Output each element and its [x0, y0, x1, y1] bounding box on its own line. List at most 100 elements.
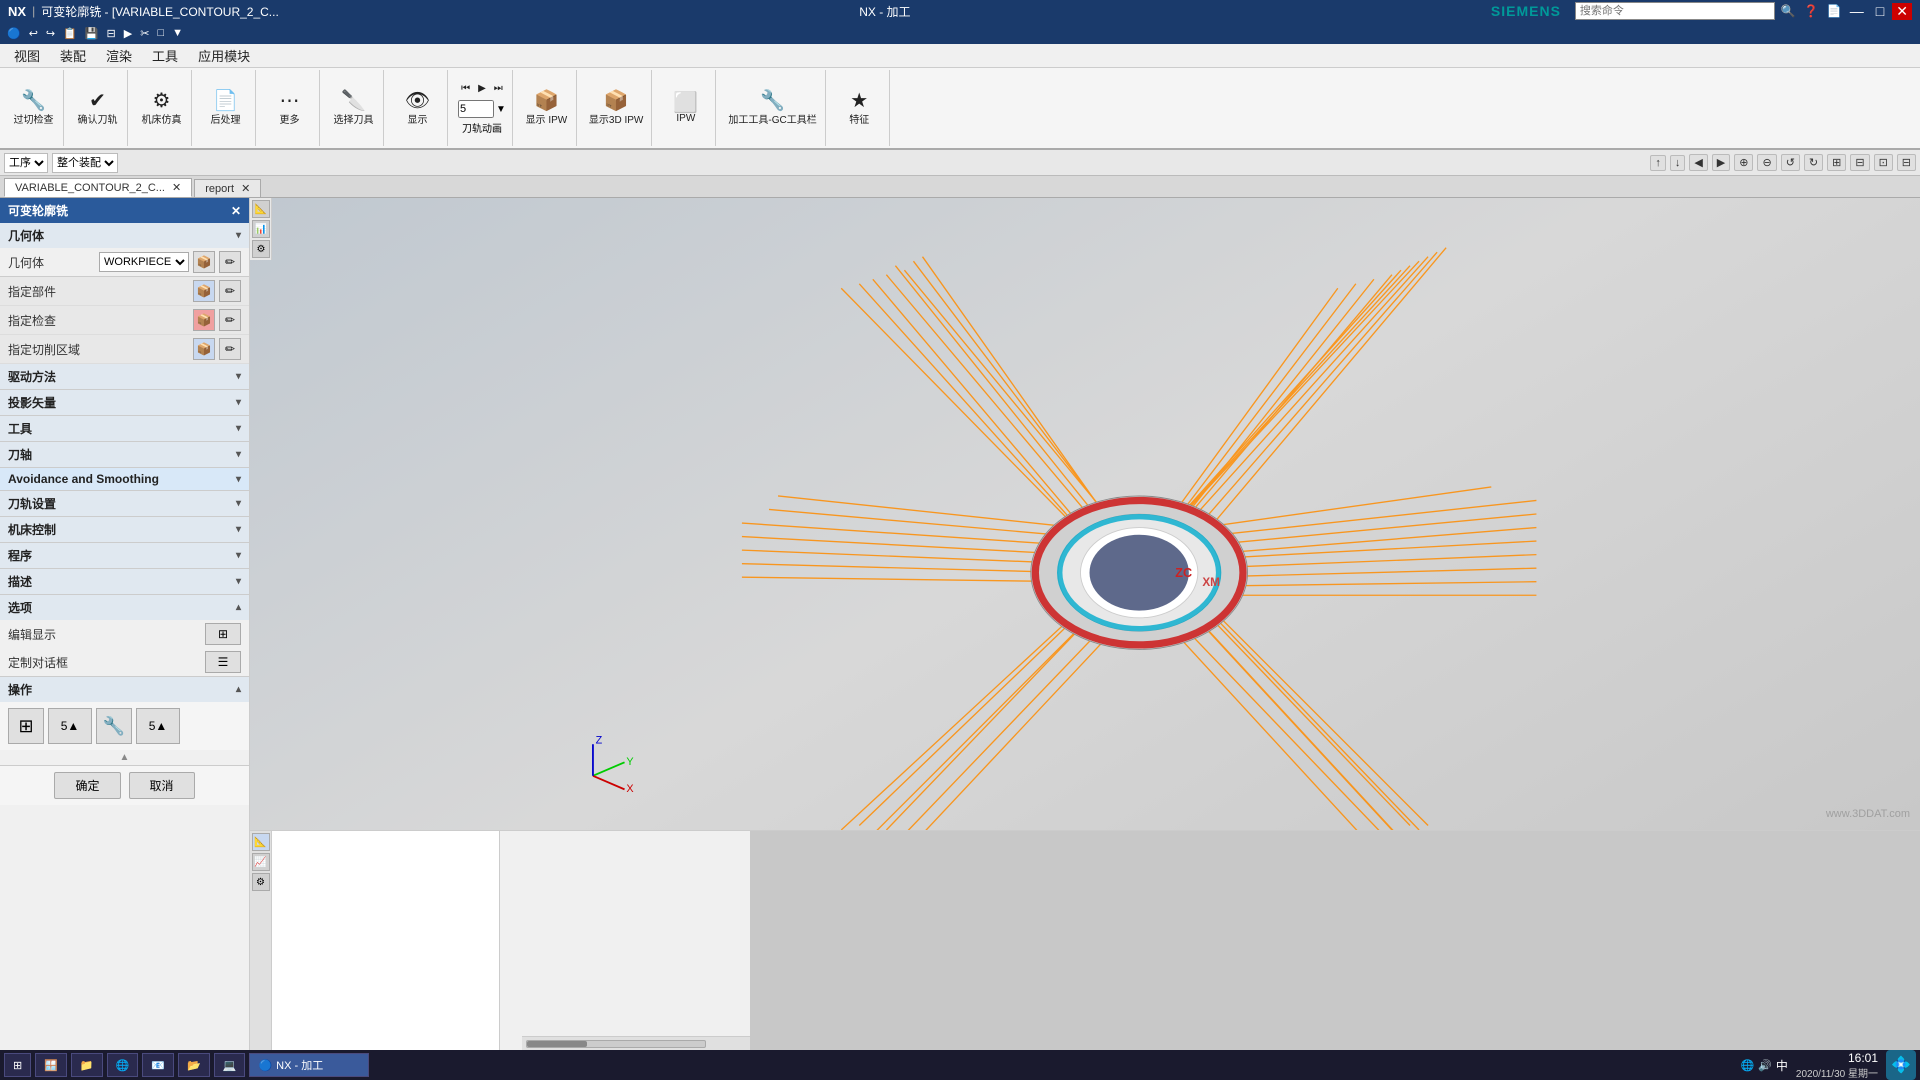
- left-icon-3[interactable]: ⚙: [252, 240, 270, 258]
- cut-edit-btn[interactable]: ✏: [219, 338, 241, 360]
- show-ipw-button[interactable]: 📦 显示 IPW: [524, 89, 570, 128]
- left-icon-2[interactable]: 📊: [252, 220, 270, 238]
- options-header[interactable]: 选项 ▴: [0, 595, 249, 620]
- lang-indicator[interactable]: 中: [1776, 1057, 1788, 1074]
- speed-dropdown[interactable]: ▼: [496, 104, 506, 115]
- avoidance-header[interactable]: Avoidance and Smoothing ▾: [0, 468, 249, 490]
- rotate-ccw-button[interactable]: ↺: [1781, 154, 1800, 171]
- panel-close-button[interactable]: ✕: [231, 204, 241, 218]
- close-button[interactable]: ✕: [1892, 3, 1912, 20]
- gc-toolbar-button[interactable]: 🔧 加工工具-GC工具栏: [726, 89, 818, 128]
- more1-button[interactable]: ⋯ 更多: [278, 89, 302, 128]
- op-btn-4[interactable]: 5▲: [136, 708, 180, 744]
- rotate-cw-button[interactable]: ↻: [1804, 154, 1823, 171]
- ipw-section-button[interactable]: ⬜ IPW: [671, 91, 700, 126]
- geometry-select[interactable]: WORKPIECE: [99, 252, 189, 272]
- tab-close-1[interactable]: ✕: [172, 182, 181, 194]
- down-button[interactable]: ↓: [1670, 155, 1686, 171]
- horizontal-scrollbar[interactable]: [522, 1036, 750, 1050]
- help-icon[interactable]: ❓: [1804, 4, 1819, 18]
- edit-display-btn[interactable]: ⊞: [205, 623, 241, 645]
- search-icon[interactable]: 🔍: [1781, 4, 1796, 18]
- fit-button[interactable]: ⊟: [1850, 154, 1869, 171]
- play-anim-button[interactable]: ▶: [476, 81, 488, 96]
- feature-button[interactable]: ★ 特征: [847, 89, 871, 128]
- process-select[interactable]: 工序: [4, 153, 48, 173]
- redo-button[interactable]: ↪: [43, 26, 58, 41]
- confirm-toolpath-button[interactable]: ✔ 确认刀轨: [76, 89, 120, 128]
- cut-button[interactable]: ✂: [137, 26, 152, 41]
- tool-header[interactable]: 工具 ▾: [0, 416, 249, 441]
- grid-button[interactable]: ⊞: [1827, 154, 1846, 171]
- menu-view[interactable]: 视图: [4, 44, 50, 67]
- next-frame-button[interactable]: ⏭: [492, 81, 505, 96]
- maximize-button[interactable]: □: [1872, 3, 1888, 19]
- operations-header[interactable]: 操作 ▴: [0, 677, 249, 702]
- check-select-btn[interactable]: 📦: [193, 309, 215, 331]
- copy-button[interactable]: 📋: [60, 26, 80, 41]
- part-edit-btn[interactable]: ✏: [219, 280, 241, 302]
- menu-render[interactable]: 渲染: [96, 44, 142, 67]
- op-btn-1[interactable]: ⊞: [8, 708, 44, 744]
- search-input[interactable]: [1575, 2, 1775, 20]
- start-button[interactable]: ⊞: [4, 1053, 31, 1077]
- taskbar-app-2[interactable]: 📁: [71, 1053, 103, 1077]
- geometry-edit-icon-btn[interactable]: ✏: [219, 251, 241, 273]
- tab-close-2[interactable]: ✕: [241, 183, 250, 195]
- overcut-check-button[interactable]: 🔧 过切检查: [12, 89, 56, 128]
- dropdown-button[interactable]: ▼: [169, 26, 186, 40]
- save-button[interactable]: 💾: [82, 26, 102, 41]
- minimize-button[interactable]: —: [1846, 3, 1868, 19]
- part-select-btn[interactable]: 📦: [193, 280, 215, 302]
- taskbar-app-4[interactable]: 📧: [142, 1053, 174, 1077]
- new-button[interactable]: ⊟: [104, 26, 119, 41]
- tab-report[interactable]: report ✕: [194, 179, 261, 197]
- toolpath-settings-header[interactable]: 刀轨设置 ▾: [0, 491, 249, 516]
- left-button[interactable]: ◀: [1689, 154, 1707, 171]
- nx-icon[interactable]: 🔵: [4, 26, 24, 41]
- taskbar-app-5[interactable]: 📂: [178, 1053, 210, 1077]
- undo-button[interactable]: ↩: [26, 26, 41, 41]
- show-3d-ipw-button[interactable]: 📦 显示3D IPW: [587, 89, 645, 128]
- tool-select-button[interactable]: 🔪 选择刀具: [332, 89, 376, 128]
- select-button[interactable]: ⊡: [1874, 154, 1893, 171]
- play-button[interactable]: ▶: [121, 26, 135, 41]
- op-btn-2[interactable]: 5▲: [48, 708, 92, 744]
- op-btn-3[interactable]: 🔧: [96, 708, 132, 744]
- machine-control-header[interactable]: 机床控制 ▾: [0, 517, 249, 542]
- menu-modules[interactable]: 应用模块: [188, 44, 260, 67]
- bottom-icon-3[interactable]: ⚙: [252, 873, 270, 891]
- bottom-icon-2[interactable]: 📈: [252, 853, 270, 871]
- taskbar-app-3[interactable]: 🌐: [107, 1053, 139, 1077]
- cancel-button[interactable]: 取消: [129, 772, 195, 799]
- menu-tools[interactable]: 工具: [142, 44, 188, 67]
- document-icon[interactable]: 📄: [1827, 4, 1842, 18]
- 3d-icon[interactable]: 💠: [1886, 1050, 1916, 1080]
- postprocess-button[interactable]: 📄 后处理: [209, 89, 243, 128]
- up-button[interactable]: ↑: [1650, 155, 1666, 171]
- display-button[interactable]: 👁 显示: [403, 89, 432, 128]
- ok-button[interactable]: 确定: [54, 772, 120, 799]
- nx-taskbar-button[interactable]: 🔵 NX - 加工: [249, 1053, 369, 1077]
- filter-button[interactable]: ⊟: [1897, 154, 1916, 171]
- tool-axis-header[interactable]: 刀轴 ▾: [0, 442, 249, 467]
- tab-variable-contour[interactable]: VARIABLE_CONTOUR_2_C... ✕: [4, 178, 192, 197]
- check-edit-btn[interactable]: ✏: [219, 309, 241, 331]
- geometry-select-icon-btn[interactable]: 📦: [193, 251, 215, 273]
- bottom-icon-1[interactable]: 📐: [252, 833, 270, 851]
- assembly-select[interactable]: 整个装配: [52, 153, 118, 173]
- right-button[interactable]: ▶: [1712, 154, 1730, 171]
- zoom-in-button[interactable]: ⊕: [1734, 154, 1753, 171]
- taskbar-app-1[interactable]: 🪟: [35, 1053, 67, 1077]
- left-icon-1[interactable]: 📐: [252, 200, 270, 218]
- taskbar-app-6[interactable]: 💻: [214, 1053, 246, 1077]
- zoom-out-button[interactable]: ⊖: [1757, 154, 1776, 171]
- machine-sim-button[interactable]: ⚙ 机床仿真: [140, 89, 184, 128]
- program-header[interactable]: 程序 ▾: [0, 543, 249, 568]
- proj-vector-header[interactable]: 投影矢量 ▾: [0, 390, 249, 415]
- prev-frame-button[interactable]: ⏮: [459, 81, 472, 96]
- custom-dialog-btn[interactable]: ☰: [205, 651, 241, 673]
- snap-button[interactable]: □: [154, 26, 167, 40]
- menu-assembly[interactable]: 装配: [50, 44, 96, 67]
- animation-speed-input[interactable]: [458, 100, 494, 118]
